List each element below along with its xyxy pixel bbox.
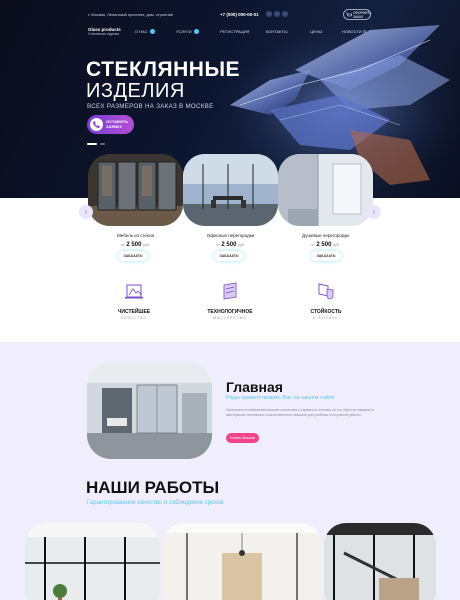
dropdown-dot-icon xyxy=(193,29,199,35)
work-image[interactable] xyxy=(162,523,322,600)
feature-title: ТЕХНОЛОГИЧНОЕ xyxy=(207,309,253,315)
hero-title-line1: СТЕКЛЯННЫЕ xyxy=(86,58,241,81)
product-price: от 2 500 руб. xyxy=(216,242,245,248)
product-image-furniture[interactable] xyxy=(88,154,183,226)
works-subtitle: Гарантированное качество и соблюдение ср… xyxy=(87,500,224,506)
top-bar: г. Москва, Ленинский проспект, дом, стро… xyxy=(0,8,460,24)
logo[interactable]: Glass products Стеклянные изделия xyxy=(88,27,121,36)
product-name: Мебель из стекла xyxy=(116,233,155,238)
logo-tagline: Стеклянные изделия xyxy=(88,32,120,36)
about-image xyxy=(87,363,212,459)
page: г. Москва, Ленинский проспект, дом, стро… xyxy=(0,0,460,600)
nav-item-prices[interactable]: ЦЕНЫ xyxy=(310,29,322,34)
menu-icon[interactable]: ☰ xyxy=(363,29,367,34)
phone-icon xyxy=(93,121,100,128)
work-photo-staircase xyxy=(324,523,436,600)
product-image-office[interactable] xyxy=(183,154,278,226)
nav-item-news[interactable]: НОВОСТИ ☰ xyxy=(342,29,366,34)
shower-partitions-photo xyxy=(278,154,373,226)
nav-item-services[interactable]: УСЛУГИ xyxy=(176,29,199,35)
product-name: Душевые перегородки xyxy=(302,233,349,238)
feature-subtitle: МАСТЕРСТВО xyxy=(213,316,247,320)
glass-furniture-photo xyxy=(88,154,183,226)
address-text: г. Москва, Ленинский проспект, дом, стро… xyxy=(88,12,174,17)
feature-title: ЧИСТЕЙШЕЕ xyxy=(117,309,151,315)
about-text: Наполнили изображения высшего качества и… xyxy=(226,408,374,417)
about-title: Главная xyxy=(226,379,283,395)
order-product-button[interactable]: ЗАКАЗАТЬ xyxy=(311,251,341,261)
order-button[interactable]: ОФОРМИТЬ ЗАКАЗ xyxy=(343,9,371,20)
nav-item-contacts[interactable]: КОНТАКТЫ xyxy=(266,29,288,34)
chevron-left-icon: ‹ xyxy=(84,207,88,216)
nav-item-registration[interactable]: РЕГИСТРАЦИЯ xyxy=(220,29,249,34)
work-image[interactable] xyxy=(25,523,160,600)
request-button[interactable]: ОСТАВИТЬ ЗАЯВКУ xyxy=(87,115,134,134)
cart-icon xyxy=(346,12,352,17)
slider-dot-active[interactable] xyxy=(87,143,97,145)
order-button-label: ОФОРМИТЬ ЗАКАЗ xyxy=(353,11,372,19)
product-name: Офисные перегородки xyxy=(206,233,255,238)
feature-title: СТОЙКОСТЬ xyxy=(310,309,342,315)
order-product-button[interactable]: ЗАКАЗАТЬ xyxy=(118,251,148,261)
nav-item-about[interactable]: О НАС xyxy=(135,29,155,35)
whatsapp-icon[interactable] xyxy=(266,11,272,17)
work-photo-room xyxy=(162,523,322,600)
viber-icon[interactable] xyxy=(274,11,280,17)
product-price: от 2 500 руб. xyxy=(121,242,150,248)
request-button-label: ОСТАВИТЬ ЗАЯВКУ xyxy=(106,119,129,129)
product-price: от 2 500 руб. xyxy=(311,242,340,248)
feature-subtitle: КАЧЕСТВО xyxy=(120,316,148,320)
office-partitions-photo xyxy=(183,154,278,226)
work-photo-glass-wall xyxy=(25,523,160,600)
works-title: НАШИ РАБОТЫ xyxy=(86,478,220,497)
carousel-next-button[interactable]: › xyxy=(367,205,381,219)
hero-title-line2: ИЗДЕЛИЯ xyxy=(86,80,185,102)
product-image-shower[interactable] xyxy=(278,154,373,226)
slider-dot[interactable] xyxy=(100,143,105,145)
phone-icon-badge xyxy=(90,118,103,131)
chevron-right-icon: › xyxy=(372,207,376,216)
order-product-button[interactable]: ЗАКАЗАТЬ xyxy=(214,251,244,261)
shield-glass-icon xyxy=(318,283,334,300)
carousel-prev-button[interactable]: ‹ xyxy=(79,205,93,219)
feature-subtitle: К ФИЗИКЕ xyxy=(313,316,339,320)
dropdown-dot-icon xyxy=(149,29,155,35)
hero-subtitle: ВСЕХ РАЗМЕРОВ НА ЗАКАЗ В МОСКВЕ xyxy=(87,103,214,110)
phone-number[interactable]: +7 (000) 000-00-01 xyxy=(220,12,259,17)
glass-panel-icon xyxy=(125,284,143,299)
about-subtitle: Рады приветствовать Вас на нашем сайте xyxy=(226,395,335,401)
learn-more-button[interactable]: Узнать больше xyxy=(226,433,259,443)
work-image[interactable] xyxy=(324,523,436,600)
telegram-icon[interactable] xyxy=(282,11,288,17)
office-interior-photo xyxy=(87,363,212,459)
glass-cut-icon xyxy=(223,282,237,300)
